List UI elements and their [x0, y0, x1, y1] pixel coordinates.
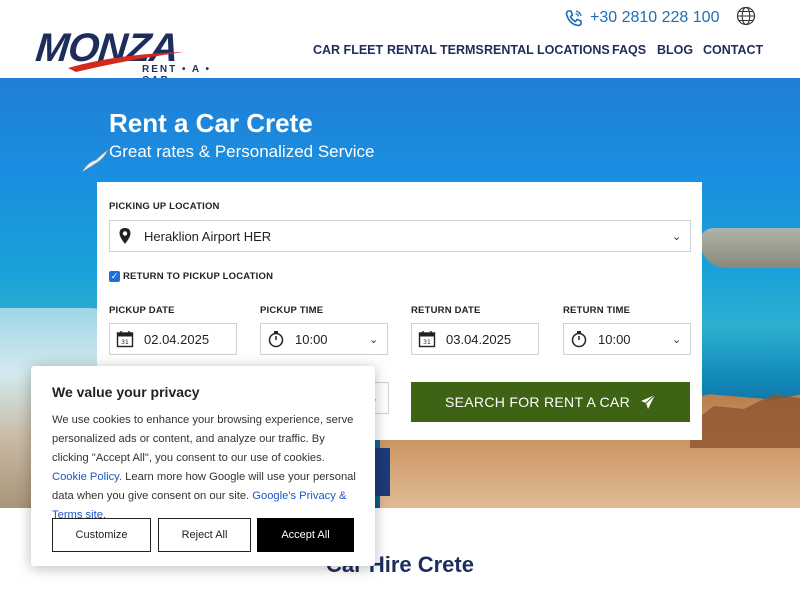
svg-text:31: 31: [423, 339, 431, 346]
nav-car-fleet[interactable]: CAR FLEET: [313, 43, 383, 57]
seagull-icon: [81, 149, 109, 173]
cookie-consent-dialog: We value your privacy We use cookies to …: [31, 366, 375, 566]
calendar-icon: 31: [412, 330, 442, 348]
chevron-down-icon: ⌄: [672, 333, 682, 346]
cookie-policy-link[interactable]: Cookie Policy.: [52, 471, 122, 483]
calendar-icon: 31: [110, 330, 140, 348]
cookie-text: We use cookies to enhance your browsing …: [52, 411, 362, 525]
nav-rental-terms[interactable]: RENTAL TERMS: [387, 43, 484, 57]
phone-icon: [565, 10, 582, 27]
return-date-label: RETURN DATE: [411, 305, 481, 316]
accept-all-button[interactable]: Accept All: [257, 518, 354, 552]
return-date-value: 03.04.2025: [446, 331, 512, 347]
nav-rental-locations[interactable]: RENTAL LOCATIONS: [484, 43, 610, 57]
pickup-location-label: PICKING UP LOCATION: [109, 201, 220, 212]
pickup-date-value: 02.04.2025: [144, 331, 210, 347]
hero-subtitle: Great rates & Personalized Service: [109, 142, 375, 161]
hero-title: Rent a Car Crete: [109, 108, 313, 138]
site-header: MONZA RENT • A • CAR +30 2810 228 100 CA…: [0, 0, 800, 86]
pickup-location-value: Heraklion Airport HER: [144, 228, 272, 244]
return-time-label: RETURN TIME: [563, 305, 631, 316]
cookie-title: We value your privacy: [52, 384, 200, 400]
paper-plane-icon: [640, 394, 656, 409]
pickup-time-label: PICKUP TIME: [260, 305, 324, 316]
reject-all-button[interactable]: Reject All: [158, 518, 251, 552]
phone-contact[interactable]: +30 2810 228 100: [564, 8, 719, 28]
pickup-location-select[interactable]: Heraklion Airport HER ⌄: [109, 220, 691, 252]
stopwatch-icon: [261, 330, 291, 348]
hero-island-right: [700, 228, 800, 268]
chevron-down-icon: ⌄: [672, 230, 682, 243]
map-pin-icon: [110, 227, 140, 245]
pickup-time-select[interactable]: 10:00 ⌄: [260, 323, 388, 355]
nav-contact[interactable]: CONTACT: [703, 43, 763, 57]
svg-text:31: 31: [121, 339, 129, 346]
return-to-pickup-checkbox[interactable]: ✓ RETURN TO PICKUP LOCATION: [109, 271, 273, 282]
main-nav: CAR FLEET RENTAL TERMS RENTAL LOCATIONS …: [0, 43, 800, 61]
checkmark-icon: ✓: [109, 271, 120, 282]
nav-blog[interactable]: BLOG: [657, 43, 693, 57]
cookie-text-part1: We use cookies to enhance your browsing …: [52, 414, 354, 464]
stopwatch-icon: [564, 330, 594, 348]
search-button-label: SEARCH FOR RENT A CAR: [445, 394, 630, 410]
pickup-date-label: PICKUP DATE: [109, 305, 175, 316]
pickup-date-input[interactable]: 31 02.04.2025: [109, 323, 237, 355]
page: MONZA RENT • A • CAR +30 2810 228 100 CA…: [0, 0, 800, 600]
return-to-pickup-label: RETURN TO PICKUP LOCATION: [123, 271, 274, 282]
nav-faqs[interactable]: FAQS: [612, 43, 646, 57]
customize-button[interactable]: Customize: [52, 518, 151, 552]
return-time-value: 10:00: [598, 331, 631, 347]
phone-number: +30 2810 228 100: [590, 9, 720, 26]
return-time-select[interactable]: 10:00 ⌄: [563, 323, 691, 355]
pickup-time-value: 10:00: [295, 331, 328, 347]
globe-icon[interactable]: [736, 6, 756, 26]
return-date-input[interactable]: 31 03.04.2025: [411, 323, 539, 355]
chevron-down-icon: ⌄: [369, 333, 379, 346]
search-rent-a-car-button[interactable]: SEARCH FOR RENT A CAR: [411, 382, 690, 422]
